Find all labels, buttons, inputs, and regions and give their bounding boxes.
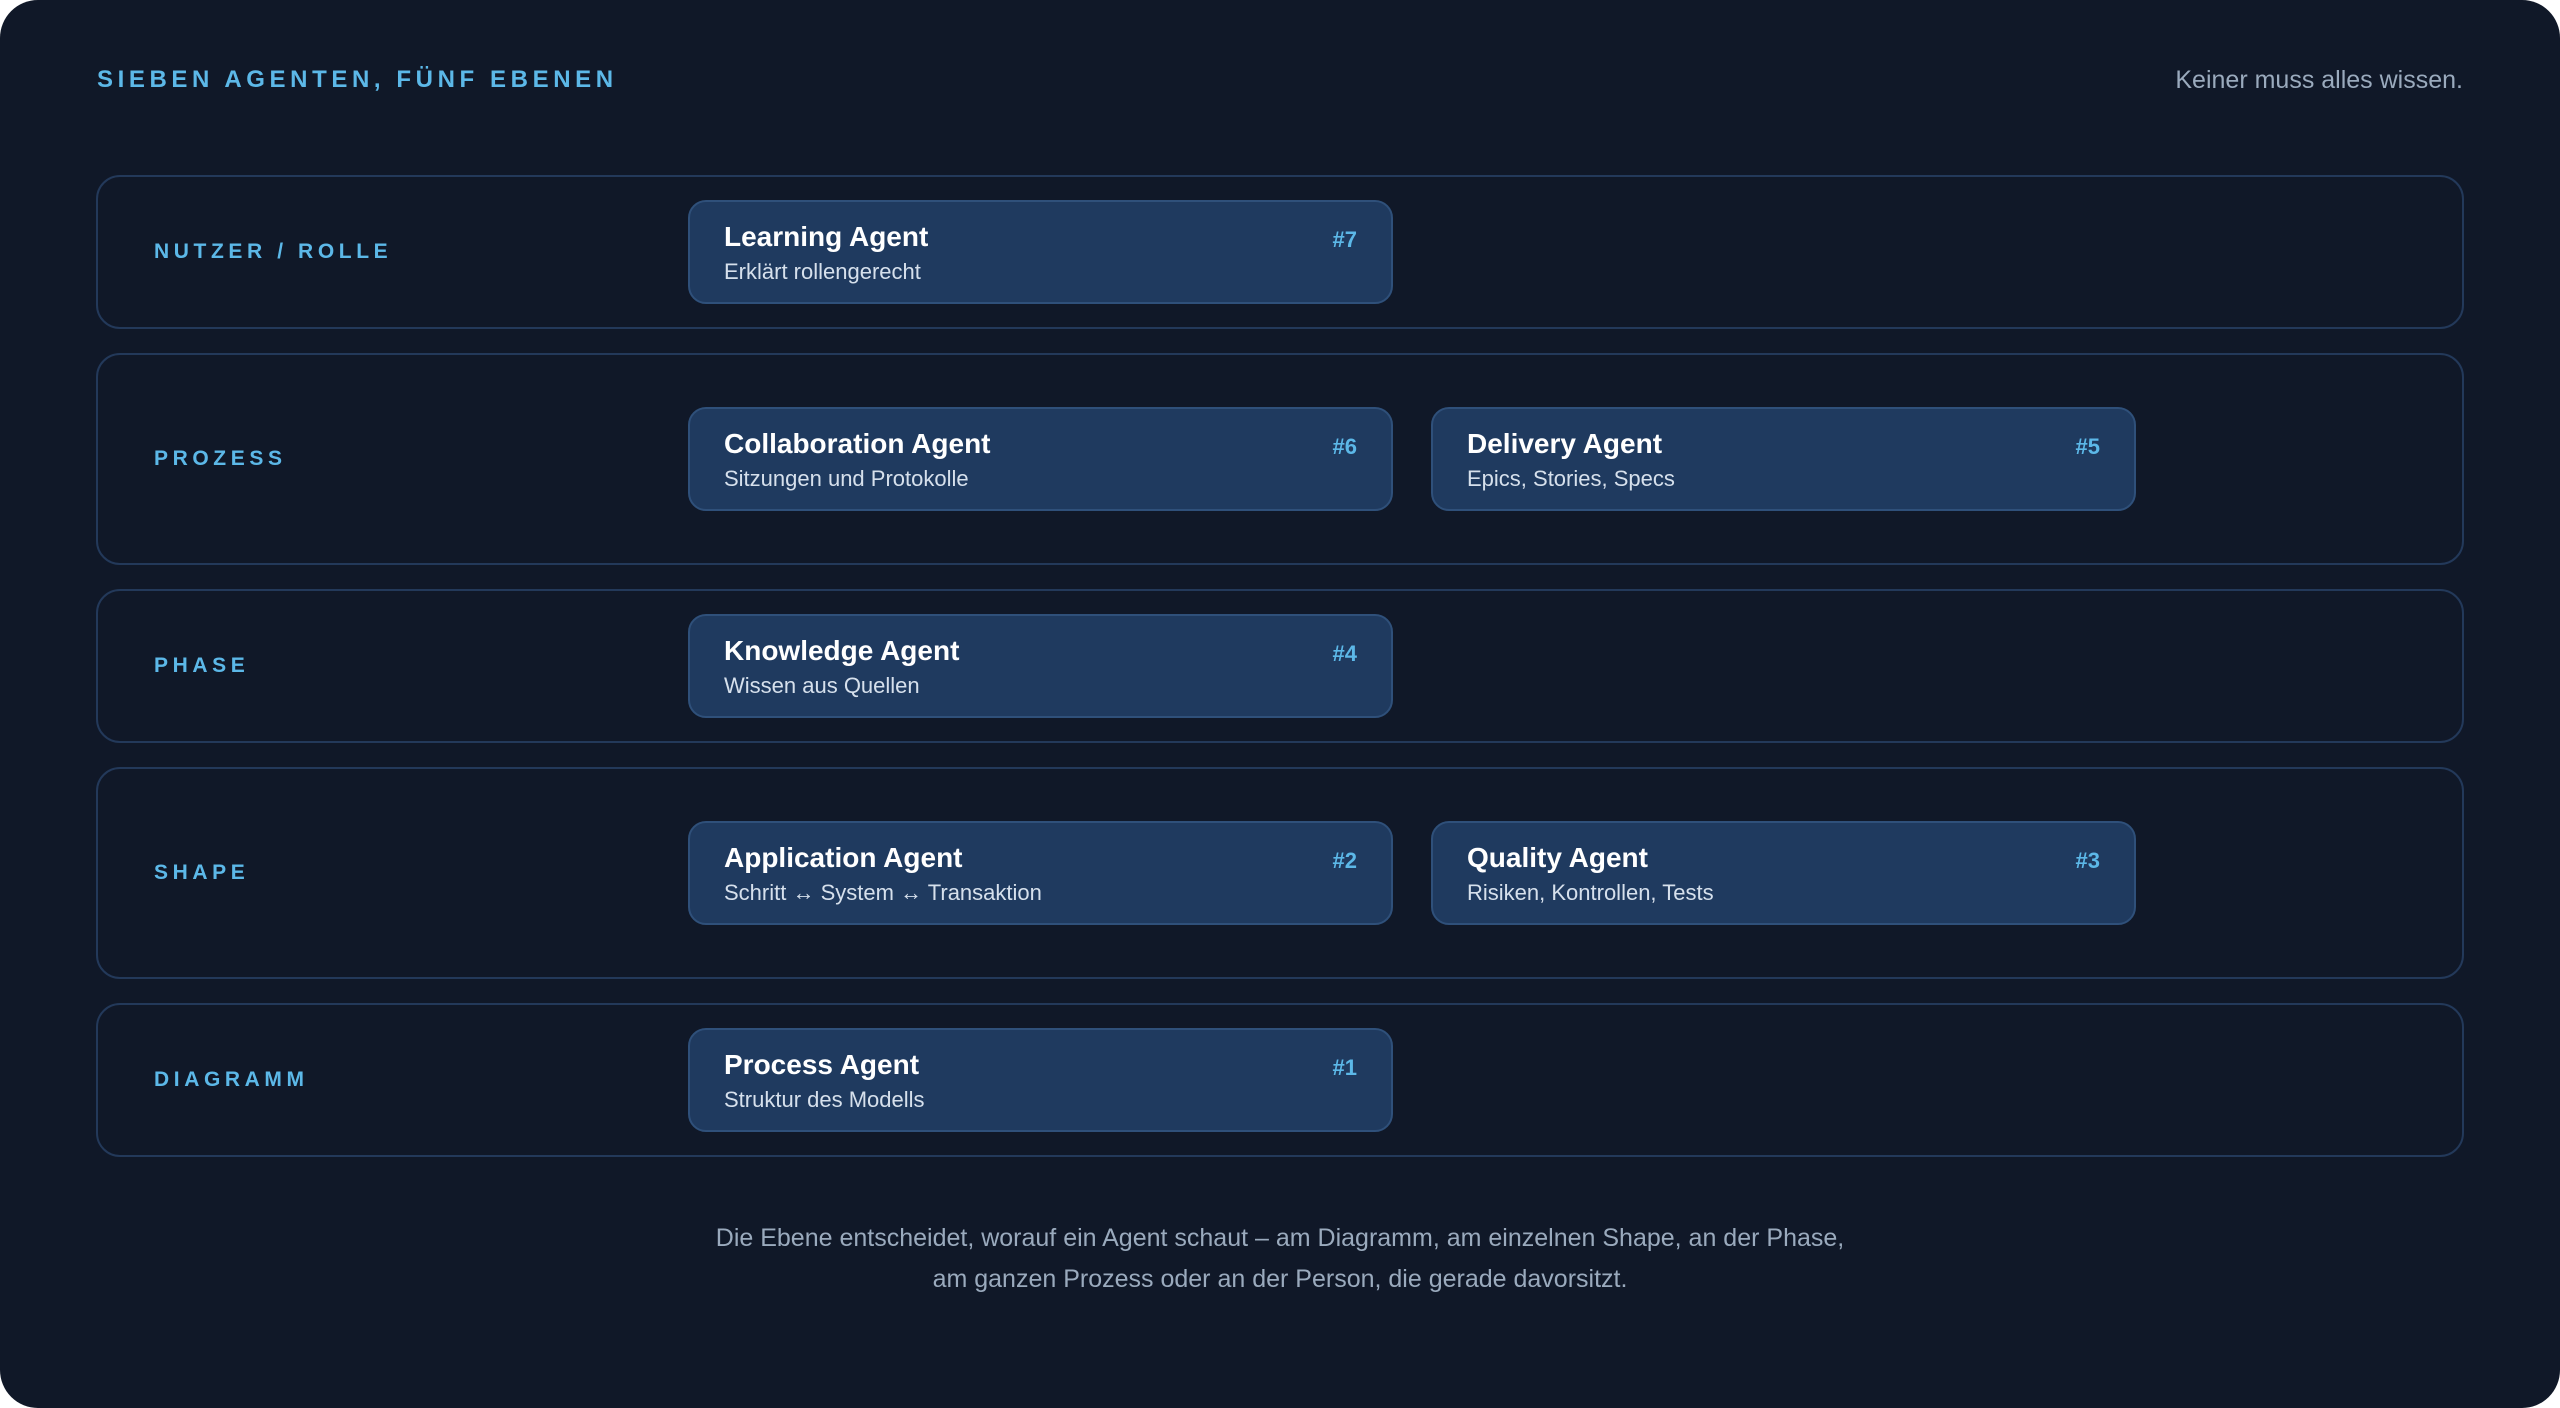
agent-name: Application Agent <box>724 842 963 873</box>
agent-number-badge: #4 <box>1332 641 1357 666</box>
agent-description: Epics, Stories, Specs <box>1467 466 1675 491</box>
layer-prozess: PROZESS Collaboration Agent Sitzungen un… <box>96 353 2464 565</box>
diagram-subtitle: Keiner muss alles wissen. <box>2175 66 2463 94</box>
agent-description: Struktur des Modells <box>724 1087 925 1112</box>
agent-card-process[interactable]: Process Agent Struktur des Modells #1 <box>688 1028 1393 1132</box>
agent-name: Delivery Agent <box>1467 428 1663 459</box>
agent-name: Process Agent <box>724 1049 920 1080</box>
layer-phase: PHASE Knowledge Agent Wissen aus Quellen… <box>96 589 2464 743</box>
agent-group: Application Agent Schritt ↔ System ↔ Tra… <box>688 821 2136 925</box>
layer-label: PHASE <box>154 654 250 677</box>
agent-description: Erklärt rollengerecht <box>724 259 921 284</box>
footer-line-2: am ganzen Prozess oder an der Person, di… <box>932 1265 1628 1293</box>
agent-name: Knowledge Agent <box>724 635 960 666</box>
footer-caption: Die Ebene entscheidet, worauf ein Agent … <box>0 1218 2560 1300</box>
diagram-title: SIEBEN AGENTEN, FÜNF EBENEN <box>97 66 618 93</box>
agent-number-badge: #1 <box>1332 1055 1357 1080</box>
layer-label: NUTZER / ROLLE <box>154 240 393 263</box>
agent-number-badge: #2 <box>1332 848 1357 873</box>
agent-card-learning[interactable]: Learning Agent Erklärt rollengerecht #7 <box>688 200 1393 304</box>
agent-number-badge: #3 <box>2075 848 2100 873</box>
agent-number-badge: #6 <box>1332 434 1357 459</box>
agent-name: Quality Agent <box>1467 842 1648 873</box>
agent-description: Wissen aus Quellen <box>724 673 920 698</box>
agent-group: Learning Agent Erklärt rollengerecht #7 <box>688 200 1393 304</box>
footer-line-1: Die Ebene entscheidet, worauf ein Agent … <box>715 1224 1845 1252</box>
agent-name: Collaboration Agent <box>724 428 991 459</box>
agent-card-knowledge[interactable]: Knowledge Agent Wissen aus Quellen #4 <box>688 614 1393 718</box>
agent-number-badge: #5 <box>2075 434 2100 459</box>
agent-name: Learning Agent <box>724 221 929 252</box>
agent-card-application[interactable]: Application Agent Schritt ↔ System ↔ Tra… <box>688 821 1393 925</box>
diagram-panel: SIEBEN AGENTEN, FÜNF EBENEN Keiner muss … <box>0 0 2560 1408</box>
agent-description: Schritt ↔ System ↔ Transaktion <box>724 880 1042 905</box>
agent-description: Sitzungen und Protokolle <box>724 466 969 491</box>
layer-shape: SHAPE Application Agent Schritt ↔ System… <box>96 767 2464 979</box>
layer-label: PROZESS <box>154 447 287 470</box>
agent-card-delivery[interactable]: Delivery Agent Epics, Stories, Specs #5 <box>1431 407 2136 511</box>
agent-group: Collaboration Agent Sitzungen und Protok… <box>688 407 2136 511</box>
agent-description: Risiken, Kontrollen, Tests <box>1467 880 1714 905</box>
layer-nutzer-rolle: NUTZER / ROLLE Learning Agent Erklärt ro… <box>96 175 2464 329</box>
agent-group: Knowledge Agent Wissen aus Quellen #4 <box>688 614 1393 718</box>
layer-label: DIAGRAMM <box>154 1068 309 1091</box>
layer-diagramm: DIAGRAMM Process Agent Struktur des Mode… <box>96 1003 2464 1157</box>
layer-label: SHAPE <box>154 861 250 884</box>
agent-card-quality[interactable]: Quality Agent Risiken, Kontrollen, Tests… <box>1431 821 2136 925</box>
agent-number-badge: #7 <box>1332 227 1357 252</box>
agent-card-collaboration[interactable]: Collaboration Agent Sitzungen und Protok… <box>688 407 1393 511</box>
layer-stack: NUTZER / ROLLE Learning Agent Erklärt ro… <box>96 175 2464 1181</box>
agent-group: Process Agent Struktur des Modells #1 <box>688 1028 1393 1132</box>
